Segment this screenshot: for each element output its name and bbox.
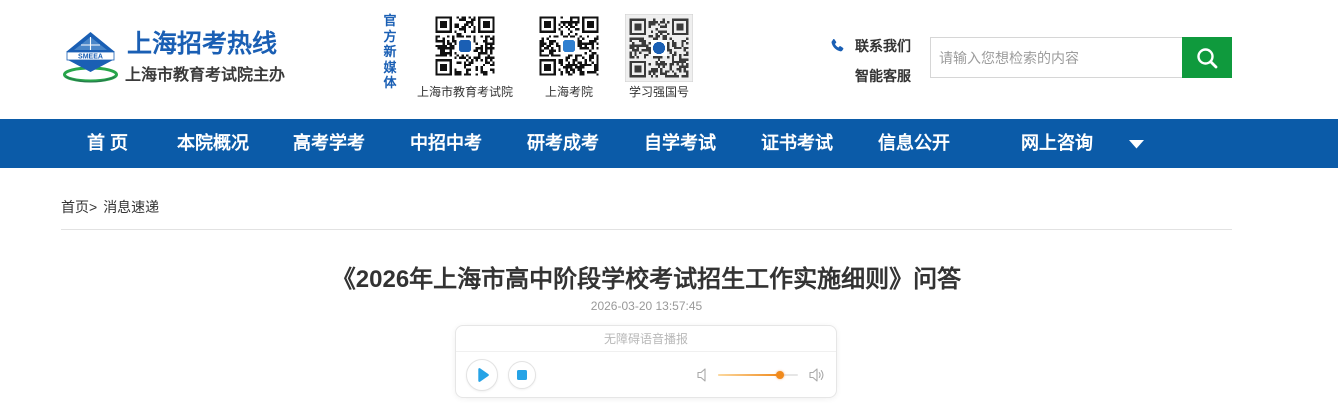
caret-down-icon[interactable] <box>1129 140 1144 149</box>
nav-item-gaokao[interactable]: 高考学考 <box>293 119 365 168</box>
stop-button[interactable] <box>508 361 536 389</box>
play-icon <box>478 368 489 382</box>
volume-high-icon[interactable] <box>809 367 825 383</box>
smart-service-link[interactable]: 智能客服 <box>855 67 911 85</box>
qr-code-icon <box>433 14 497 78</box>
breadcrumb-current[interactable]: 消息速递 <box>103 199 159 215</box>
search-form <box>930 37 1232 78</box>
audio-player: 无障碍语音播报 <box>455 325 837 398</box>
qr-block-exam-authority: 上海市教育考试院 <box>415 14 515 99</box>
nav-item-graduate-exam[interactable]: 研考成考 <box>527 119 599 168</box>
qr-label: 上海市教育考试院 <box>416 85 513 99</box>
stop-icon <box>517 370 527 380</box>
qr-center-logo <box>650 39 668 57</box>
qr-code-icon <box>625 14 693 82</box>
volume-knob[interactable] <box>776 371 785 379</box>
qr-code-icon <box>537 14 601 78</box>
contact-us-link[interactable]: 联系我们 <box>829 37 919 55</box>
article-title: 《2026年上海市高中阶段学校考试招生工作实施细则》问答 <box>331 266 962 293</box>
nav-item-home[interactable]: 首 页 <box>87 119 128 168</box>
phone-icon <box>831 39 844 52</box>
nav-item-about[interactable]: 本院概况 <box>177 119 249 168</box>
search-input[interactable] <box>930 37 1182 78</box>
breadcrumb-home[interactable]: 首页 <box>61 199 89 215</box>
play-button[interactable] <box>466 359 498 391</box>
search-icon <box>1197 47 1218 68</box>
volume-slider[interactable] <box>718 371 798 379</box>
breadcrumb-separator: > <box>89 199 98 215</box>
site-logo[interactable]: SMEEA 上海招考热线 上海市教育考试院主办 <box>62 29 288 87</box>
logo-mark-text: SMEEA <box>78 54 103 61</box>
site-subtitle: 上海市教育考试院主办 <box>125 67 286 84</box>
article-date: 2026-03-20 13:57:45 <box>590 299 703 313</box>
audio-player-title: 无障碍语音播报 <box>456 326 836 352</box>
breadcrumb-divider <box>61 229 1232 230</box>
qr-center-logo <box>456 37 474 55</box>
nav-item-self-study-exam[interactable]: 自学考试 <box>644 119 716 168</box>
volume-fill <box>718 374 781 376</box>
smeea-logo-icon: SMEEA <box>63 32 118 83</box>
volume-low-icon[interactable] <box>697 368 709 382</box>
contact-us-label: 联系我们 <box>855 38 911 54</box>
nav-item-certificate-exam[interactable]: 证书考试 <box>761 119 833 168</box>
qr-center-logo <box>560 37 578 55</box>
qr-block-exam-institute: 上海考院 <box>519 14 619 99</box>
official-media-label: 官方新媒体 <box>383 13 397 91</box>
qr-block-xuexi-qiangguo: 学习强国号 <box>609 14 709 99</box>
nav-item-online-consult[interactable]: 网上咨询 <box>1021 119 1093 168</box>
qr-label: 学习强国号 <box>628 85 689 99</box>
site-header: SMEEA 上海招考热线 上海市教育考试院主办 官方新媒体 上海市教育考试院 上… <box>0 0 1338 119</box>
site-title: 上海招考热线 <box>127 30 278 58</box>
nav-item-zhongkao[interactable]: 中招中考 <box>410 119 482 168</box>
nav-item-info-disclosure[interactable]: 信息公开 <box>878 119 950 168</box>
search-button[interactable] <box>1182 37 1232 78</box>
main-nav: 首 页 本院概况 高考学考 中招中考 研考成考 自学考试 证书考试 信息公开 网… <box>0 119 1338 168</box>
breadcrumb: 首页> 消息速递 <box>61 199 159 215</box>
